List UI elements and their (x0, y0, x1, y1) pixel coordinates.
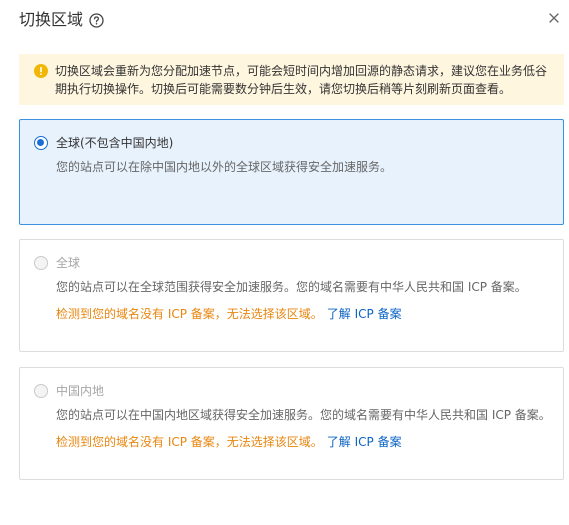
dialog-title: 切换区域 (19, 10, 84, 29)
region-option-global-excl-mainland[interactable]: 全球(不包含中国内地) 您的站点可以在除中国内地以外的全球区域获得安全加速服务。 (19, 119, 564, 225)
icp-learn-more-link[interactable]: 了解 ICP 备案 (327, 307, 402, 321)
option-label: 中国内地 (56, 384, 105, 398)
radio-button (34, 256, 48, 270)
icp-learn-more-link[interactable]: 了解 ICP 备案 (327, 435, 402, 449)
option-label: 全球 (56, 256, 81, 270)
warning-notice: 切换区域会重新为您分配加速节点，可能会短时间内增加回源的静态请求，建议您在业务低… (19, 54, 564, 105)
radio-button[interactable] (34, 136, 48, 150)
option-description: 您的站点可以在中国内地区域获得安全加速服务。您的域名需要有中华人民共和国 ICP… (56, 408, 551, 422)
icp-warning: 检测到您的域名没有 ICP 备案，无法选择该区域。 了解 ICP 备案 (56, 305, 402, 323)
icp-warning: 检测到您的域名没有 ICP 备案，无法选择该区域。 了解 ICP 备案 (56, 433, 402, 451)
warning-text: 检测到您的域名没有 ICP 备案，无法选择该区域。 (56, 435, 323, 449)
radio-button (34, 384, 48, 398)
region-option-global: 全球 您的站点可以在全球范围获得安全加速服务。您的域名需要有中华人民共和国 IC… (19, 239, 564, 352)
option-label: 全球(不包含中国内地) (56, 136, 174, 150)
question-circle-icon[interactable] (89, 12, 104, 28)
close-icon[interactable] (546, 10, 562, 26)
option-description: 您的站点可以在全球范围获得安全加速服务。您的域名需要有中华人民共和国 ICP 备… (56, 280, 527, 294)
region-option-mainland-china: 中国内地 您的站点可以在中国内地区域获得安全加速服务。您的域名需要有中华人民共和… (19, 367, 564, 480)
option-description: 您的站点可以在除中国内地以外的全球区域获得安全加速服务。 (56, 160, 393, 174)
warning-text: 检测到您的域名没有 ICP 备案，无法选择该区域。 (56, 307, 323, 321)
dialog-header: 切换区域 (19, 9, 104, 31)
switch-region-dialog: 切换区域 切换区域会重新为您分配加速节点，可能会短时间内增加回源的静态请求，建议… (0, 0, 569, 525)
warning-icon (34, 64, 48, 78)
notice-text: 切换区域会重新为您分配加速节点，可能会短时间内增加回源的静态请求，建议您在业务低… (55, 64, 548, 96)
